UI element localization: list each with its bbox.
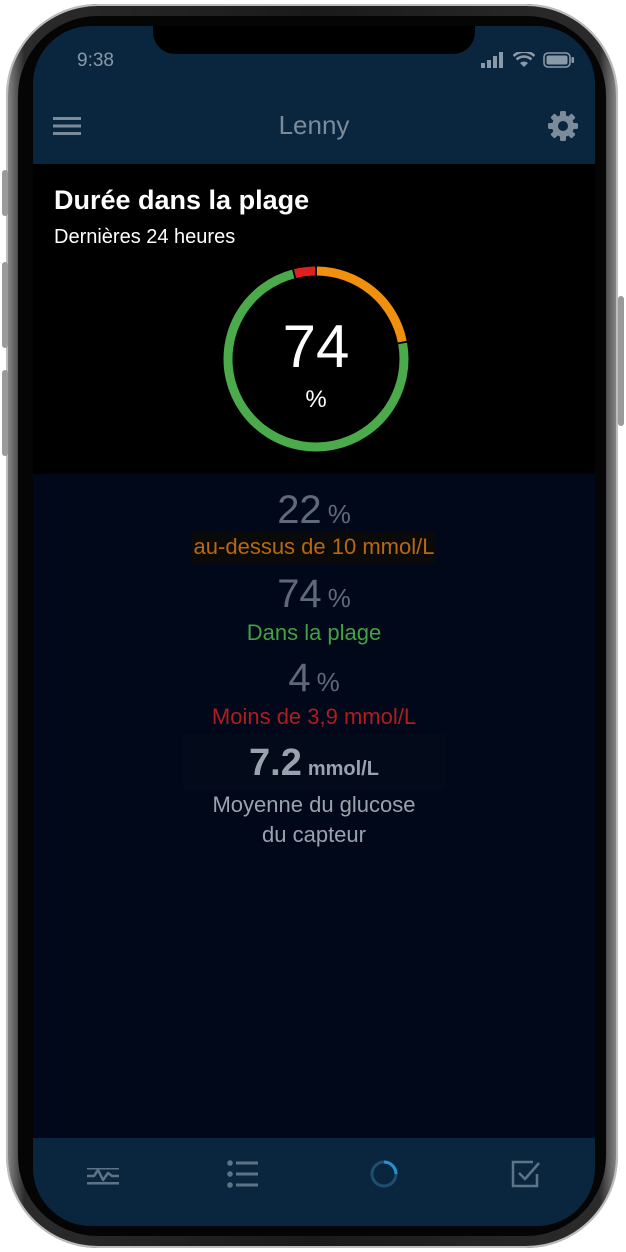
average-glucose-label-line1: Moyenne du glucose [212, 792, 416, 817]
battery-icon [543, 52, 574, 68]
side-button [2, 262, 8, 348]
in-range-unit: % [327, 583, 351, 613]
average-glucose-unit: mmol/L [307, 758, 379, 780]
signal-icon [481, 52, 503, 68]
below-range-unit: % [316, 667, 340, 697]
average-glucose-number: 7.2 [249, 742, 302, 784]
above-range-number: 22 [277, 488, 322, 532]
in-range-value: 74% [33, 572, 595, 617]
spinner-icon[interactable] [364, 1154, 404, 1194]
status-time: 9:38 [77, 50, 114, 71]
app-screen: 9:38 Lenny Durée dans la plage Dernières… [33, 26, 595, 1226]
wifi-icon [513, 52, 535, 67]
side-button [2, 370, 8, 456]
average-glucose-label-line2: du capteur [262, 822, 366, 847]
in-range-label: Dans la plage [246, 620, 382, 645]
status-icons [481, 50, 575, 70]
in-range-number: 74 [277, 572, 322, 616]
list-icon[interactable] [223, 1154, 263, 1194]
below-range-number: 4 [288, 656, 311, 700]
bottom-tab-bar [33, 1138, 595, 1226]
ring-segment-below [293, 266, 316, 278]
ring-unit: % [305, 386, 327, 413]
above-range-text: au-dessus de 10 mmol/L [191, 532, 437, 563]
average-glucose-label: Moyenne du glucose du capteur [33, 790, 595, 850]
side-button [2, 170, 8, 216]
notch [153, 26, 475, 54]
time-in-range-card[interactable]: Durée dans la plage Dernières 24 heures … [33, 164, 595, 474]
app-title: Lenny [278, 110, 350, 140]
checkbox-icon[interactable] [505, 1154, 545, 1194]
glucose-graph-icon[interactable] [83, 1154, 123, 1194]
side-button [618, 296, 624, 426]
above-range-label: au-dessus de 10 mmol/L [33, 532, 595, 563]
above-range-unit: % [327, 499, 351, 529]
gear-icon[interactable] [547, 110, 579, 142]
ring-value: 74 [282, 313, 350, 380]
app-header: 9:38 Lenny [33, 26, 595, 164]
below-range-label: Moins de 3,9 mmol/L [211, 704, 417, 729]
average-glucose-value: 7.2 mmol/L [33, 742, 595, 785]
above-range-value: 22% [33, 488, 595, 533]
card-subtitle: Dernières 24 heures [54, 226, 236, 248]
below-range-value: 4% [33, 656, 595, 701]
card-title: Durée dans la plage [54, 185, 310, 215]
